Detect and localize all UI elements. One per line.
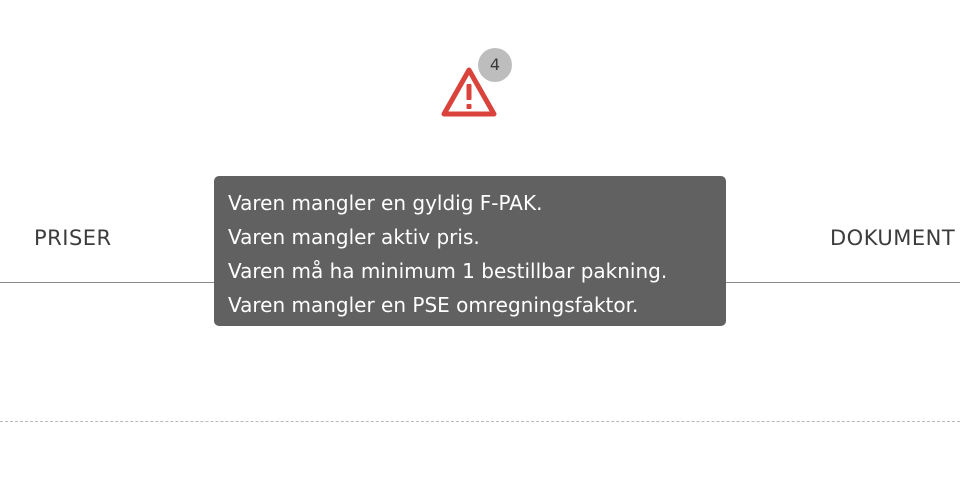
section-divider bbox=[0, 421, 960, 422]
warning-count-badge: 4 bbox=[478, 48, 512, 82]
tooltip-message: Varen mangler aktiv pris. bbox=[228, 225, 480, 249]
tab-dokument[interactable]: DOKUMENT bbox=[830, 226, 955, 250]
tooltip-message: Varen mangler en PSE omregningsfaktor. bbox=[228, 293, 639, 317]
tooltip-message: Varen mangler en gyldig F-PAK. bbox=[228, 191, 543, 215]
tab-priser[interactable]: PRISER bbox=[34, 226, 112, 250]
tooltip-message: Varen må ha minimum 1 bestillbar pakning… bbox=[228, 259, 668, 283]
page: 4 PRISER DOKUMENT Varen mangler en gyldi… bbox=[0, 0, 960, 504]
warning-tooltip: Varen mangler en gyldig F-PAK. Varen man… bbox=[214, 176, 726, 326]
